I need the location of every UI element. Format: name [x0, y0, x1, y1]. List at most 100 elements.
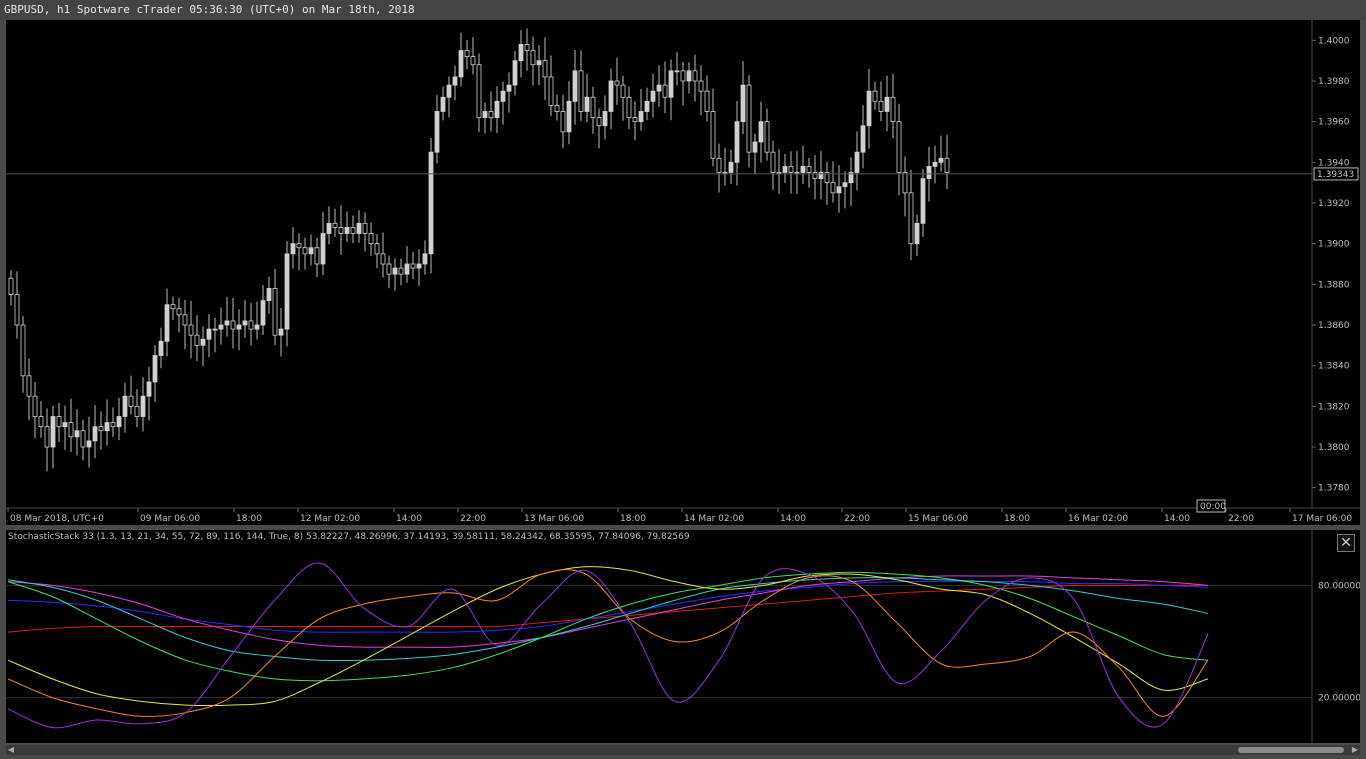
candle — [512, 51, 518, 96]
time-tick-label: 14:00 — [396, 514, 422, 524]
close-indicator-button[interactable]: ✕ — [1337, 534, 1355, 552]
candle-body — [782, 165, 788, 173]
window-title: GBPUSD, h1 Spotware cTrader 05:36:30 (UT… — [0, 0, 1366, 20]
candle-body — [812, 172, 818, 179]
time-tick-label: 22:00 — [1228, 514, 1254, 524]
price-tick-label: 1.3940 — [1318, 158, 1350, 168]
stochastic-line-3 — [7, 575, 1209, 648]
candle — [206, 314, 212, 358]
candle — [488, 91, 494, 132]
candle — [920, 169, 926, 237]
candle-body — [422, 253, 428, 265]
candle — [374, 234, 380, 269]
candle-body — [554, 105, 560, 112]
candle-body — [104, 422, 110, 432]
candle-body — [206, 328, 212, 340]
candle — [560, 94, 566, 148]
candle-body — [674, 70, 680, 73]
time-tick-label: 18:00 — [1004, 514, 1030, 524]
candle — [92, 405, 98, 459]
candle-body — [230, 320, 236, 330]
candle-body — [320, 233, 326, 265]
candle-body — [722, 172, 728, 174]
candle-body — [260, 300, 266, 326]
candle-body — [26, 375, 32, 397]
candle-body — [740, 84, 746, 123]
candle-body — [92, 426, 98, 442]
candle — [164, 288, 170, 357]
candle — [530, 36, 536, 86]
stochastic-line-7 — [7, 569, 1209, 717]
candle — [122, 382, 128, 433]
candle-body — [920, 178, 926, 224]
candle — [896, 103, 902, 196]
scroll-thumb[interactable] — [1238, 747, 1344, 753]
candle — [74, 409, 80, 456]
scroll-left-icon[interactable]: ◀ — [6, 745, 16, 755]
scroll-right-icon[interactable]: ▶ — [1350, 745, 1360, 755]
candle-body — [668, 70, 674, 98]
candle-body — [416, 263, 422, 269]
candle — [38, 400, 44, 438]
candle — [746, 75, 752, 168]
candle-body — [902, 172, 908, 194]
candle — [338, 205, 344, 255]
indicator-label: StochasticStack 33 (1.3, 13, 21, 34, 55,… — [8, 532, 690, 542]
candle-body — [308, 247, 314, 255]
candle — [464, 39, 470, 70]
candle — [884, 75, 890, 132]
candle — [152, 345, 158, 402]
candle-body — [890, 96, 896, 123]
candle — [482, 102, 488, 134]
candle-body — [458, 50, 464, 78]
indicator-pane[interactable]: 80.00000 20.00000 StochasticStack 33 (1.3… — [6, 530, 1360, 743]
candle-body — [542, 60, 548, 78]
candle-body — [188, 324, 194, 336]
candle — [272, 268, 278, 346]
candle — [470, 37, 476, 75]
candle-body — [908, 192, 914, 245]
candle-body — [464, 50, 470, 57]
candle — [110, 407, 116, 438]
candle — [104, 399, 110, 446]
candle-body — [632, 117, 638, 123]
time-tick-label: 13 Mar 06:00 — [524, 514, 584, 524]
time-tick-label: 09 Mar 06:00 — [140, 514, 200, 524]
candle-body — [224, 320, 230, 326]
candle-body — [500, 90, 506, 102]
price-tick-label: 1.3880 — [1318, 280, 1350, 290]
candle-body — [266, 287, 272, 301]
candle — [842, 171, 848, 209]
candle — [644, 87, 650, 121]
candle — [62, 405, 68, 450]
candle — [866, 68, 872, 149]
candle — [50, 405, 56, 469]
candle-body — [566, 100, 572, 133]
candle-body — [14, 294, 20, 326]
price-chart-pane[interactable]: 1.4000 1.3980 1.3960 1.3940 1.3920 1.3900 1.38… — [6, 20, 1360, 525]
candle — [872, 81, 878, 110]
candle-body — [110, 422, 116, 428]
candle — [320, 212, 326, 275]
candle — [290, 227, 296, 269]
candle — [854, 131, 860, 191]
candle-body — [350, 226, 356, 234]
candle — [902, 156, 908, 217]
horizontal-scrollbar[interactable]: ◀ ▶ — [6, 745, 1360, 755]
candle-body — [602, 111, 608, 127]
candle — [284, 241, 290, 347]
candle — [542, 37, 548, 101]
indicator-chart[interactable]: 80.00000 20.00000 — [6, 530, 1360, 743]
time-tick-label: 12 Mar 02:00 — [300, 514, 360, 524]
price-chart[interactable]: 1.4000 1.3980 1.3960 1.3940 1.3920 1.3900 1.38… — [6, 20, 1360, 525]
candle-body — [926, 165, 932, 179]
time-tick-label: 15 Mar 06:00 — [908, 514, 968, 524]
candle — [566, 81, 572, 145]
candle-body — [530, 50, 536, 66]
candle-body — [362, 222, 368, 234]
candle-body — [290, 243, 296, 255]
time-tick-label: 08 Mar 2018, UTC+0 — [10, 514, 104, 524]
candle-body — [608, 80, 614, 112]
candle-body — [20, 324, 26, 377]
candle-body — [518, 43, 524, 62]
